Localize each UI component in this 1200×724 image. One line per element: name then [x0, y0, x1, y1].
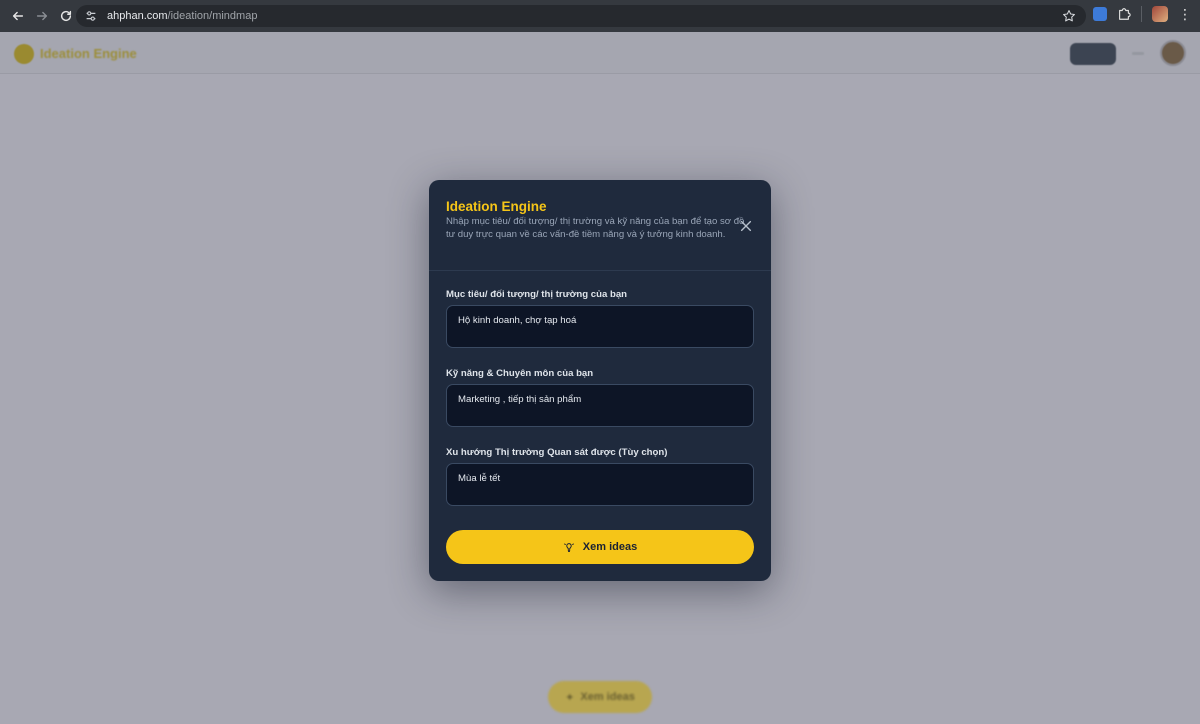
profile-avatar[interactable] — [1152, 6, 1168, 22]
modal-header: Ideation Engine Nhập mục tiêu/ đối tượng… — [429, 180, 771, 271]
bookmark-star-icon[interactable] — [1062, 9, 1076, 23]
user-avatar — [1160, 40, 1186, 66]
submit-button[interactable]: Xem ideas — [446, 530, 754, 564]
ideation-modal: Ideation Engine Nhập mục tiêu/ đối tượng… — [429, 180, 771, 581]
app-header: Ideation Engine — [0, 32, 1200, 74]
lightbulb-icon — [563, 543, 574, 552]
goal-field-label: Mục tiêu/ đối tượng/ thị trường của bạn — [446, 289, 628, 300]
trend-field-label: Xu hướng Thị trường Quan sát được (Tùy c… — [446, 447, 668, 458]
arrow-left-icon — [12, 11, 24, 21]
forward-button[interactable] — [30, 4, 54, 28]
app-logo-icon — [14, 44, 34, 64]
menu-icon — [1132, 52, 1144, 55]
kebab-menu-icon[interactable]: ⋮ — [1178, 7, 1192, 21]
extension-icon[interactable] — [1093, 7, 1107, 21]
submit-label: Xem ideas — [582, 541, 638, 553]
puzzle-icon[interactable] — [1117, 7, 1131, 21]
extensions-area: ⋮ — [1093, 6, 1192, 22]
url-path: /ideation/mindmap — [167, 10, 258, 22]
skills-field-label: Kỹ năng & Chuyên môn của bạn — [446, 368, 594, 379]
close-icon — [740, 220, 752, 232]
modal-title: Ideation Engine — [446, 199, 547, 214]
close-button[interactable] — [739, 219, 753, 233]
theme-toggle — [1070, 43, 1116, 65]
site-info-icon[interactable] — [84, 9, 98, 23]
lightbulb-icon: ✦ — [565, 691, 575, 704]
trend-input[interactable]: Mùa lễ tết — [446, 463, 754, 506]
goal-input[interactable]: Hộ kinh doanh, chợ tạp hoá — [446, 305, 754, 348]
back-button[interactable] — [6, 4, 30, 28]
arrow-right-icon — [36, 11, 48, 21]
url-host: ahphan.com — [107, 10, 168, 22]
background-submit-label: Xem ideas — [580, 691, 635, 703]
reload-icon — [60, 10, 72, 22]
address-bar[interactable]: ahphan.com/ideation/mindmap — [76, 5, 1086, 27]
skills-input[interactable]: Marketing , tiếp thị sản phẩm — [446, 384, 754, 427]
modal-description: Nhập mục tiêu/ đối tượng/ thị trường và … — [446, 216, 745, 240]
url-text: ahphan.com/ideation/mindmap — [107, 10, 257, 22]
toolbar-divider — [1141, 6, 1142, 22]
browser-toolbar: ahphan.com/ideation/mindmap ⋮ — [0, 0, 1200, 32]
app-title: Ideation Engine — [40, 46, 137, 61]
background-submit-button: ✦ Xem ideas — [548, 681, 652, 713]
reload-button[interactable] — [54, 4, 78, 28]
